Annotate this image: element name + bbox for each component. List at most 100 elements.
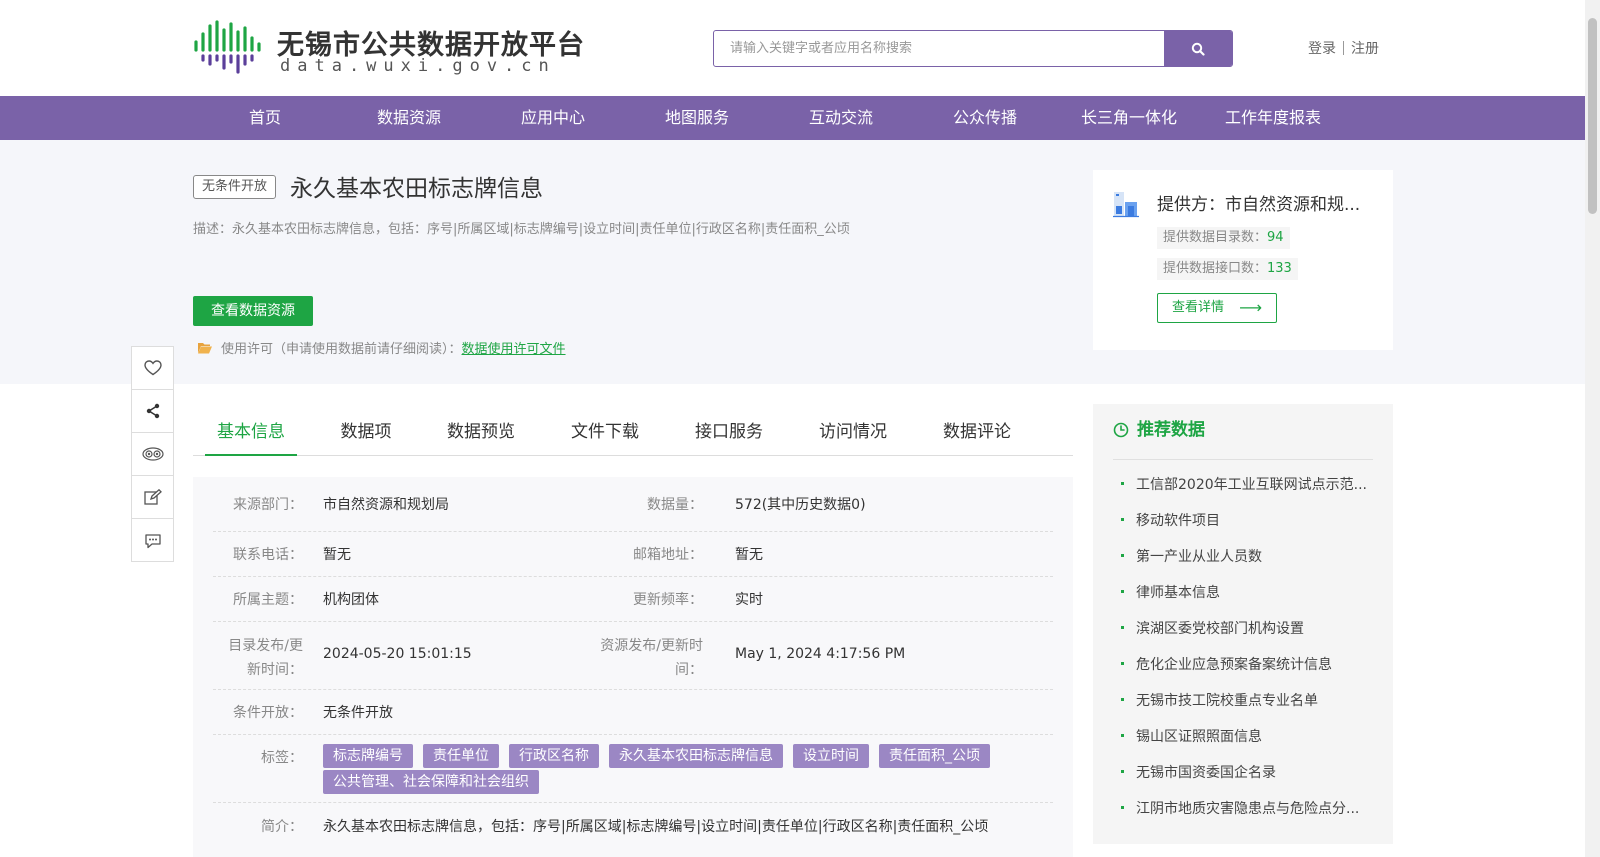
- catalog-time-label-line2: 新时间：: [247, 662, 303, 678]
- info-row: 所属主题： 机构团体 更新频率： 实时: [213, 577, 1053, 622]
- tag-chip[interactable]: 责任单位: [423, 744, 499, 768]
- license-file-link[interactable]: 数据使用许可文件: [462, 338, 566, 357]
- nav-item-data-resources[interactable]: 数据资源: [337, 96, 481, 140]
- list-item[interactable]: 移动软件项目: [1121, 510, 1371, 530]
- data-volume-value: 572(其中历史数据0): [735, 497, 866, 513]
- list-item[interactable]: 第一产业从业人员数: [1121, 546, 1371, 566]
- info-row: 标签： 标志牌编号 责任单位 行政区名称 永久基本农田标志牌信息 设立时间 责任面积_公顷…: [213, 735, 1053, 803]
- edit-button[interactable]: [132, 476, 173, 519]
- nav-item-public-comm[interactable]: 公众传播: [913, 96, 1057, 140]
- list-item[interactable]: 危化企业应急预案备案统计信息: [1121, 654, 1371, 674]
- list-item[interactable]: 律师基本信息: [1121, 582, 1371, 602]
- recommended-title: 推荐数据: [1137, 420, 1205, 440]
- tag-chip[interactable]: 永久基本农田标志牌信息: [609, 744, 783, 768]
- bullet-icon: [1121, 518, 1124, 521]
- detail-tabs: 基本信息 数据项 数据预览 文件下载 接口服务 访问情况 数据评论: [193, 408, 1073, 456]
- clock-icon: [1113, 422, 1129, 438]
- email-value: 暂无: [735, 547, 763, 563]
- bullet-icon: [1121, 482, 1124, 485]
- update-freq-label: 更新频率：: [633, 592, 703, 608]
- auth-divider: [1343, 41, 1344, 55]
- phone-value: 暂无: [323, 547, 351, 563]
- heart-icon: [143, 360, 162, 376]
- intro-label: 简介：: [261, 819, 303, 835]
- nav-item-app-center[interactable]: 应用中心: [481, 96, 625, 140]
- tab-api-service[interactable]: 接口服务: [687, 408, 771, 456]
- provider-detail-button[interactable]: 查看详情 ⟶: [1157, 293, 1277, 323]
- tab-file-download[interactable]: 文件下载: [563, 408, 647, 456]
- register-link[interactable]: 注册: [1351, 38, 1379, 58]
- share-icon: [146, 403, 159, 419]
- header: 无锡市公共数据开放平台 data.wuxi.gov.cn 登录 注册: [0, 0, 1585, 96]
- main-nav: 首页 数据资源 应用中心 地图服务 互动交流 公众传播 长三角一体化 工作年度报…: [0, 96, 1585, 140]
- catalog-time-value: 2024-05-20 15:01:15: [323, 646, 472, 662]
- search-button[interactable]: [1164, 31, 1232, 66]
- dataset-description: 描述：永久基本农田标志牌信息，包括：序号|所属区域|标志牌编号|设立时间|责任单…: [193, 222, 850, 237]
- tag-chip[interactable]: 行政区名称: [509, 744, 599, 768]
- tab-data-preview[interactable]: 数据预览: [439, 408, 523, 456]
- license-line: 使用许可（申请使用数据前请仔细阅读）： 数据使用许可文件: [197, 338, 566, 357]
- data-volume-label: 数据量：: [647, 497, 703, 513]
- bullet-icon: [1121, 554, 1124, 557]
- scrollbar-thumb[interactable]: [1588, 18, 1597, 214]
- list-item-label: 移动软件项目: [1136, 513, 1220, 529]
- catalog-count-stat: 提供数据目录数：94: [1157, 227, 1290, 249]
- auth-links: 登录 注册: [1308, 38, 1379, 58]
- share-button[interactable]: [132, 390, 173, 433]
- logo-mark-icon: [194, 20, 261, 74]
- info-row: 简介： 永久基本农田标志牌信息，包括：序号|所属区域|标志牌编号|设立时间|责任…: [213, 803, 1053, 851]
- provider-detail-label: 查看详情: [1172, 300, 1225, 315]
- resource-time-label-line2: 间：: [675, 662, 703, 678]
- tag-chip[interactable]: 公共管理、社会保障和社会组织: [323, 770, 539, 794]
- catalog-count-label: 提供数据目录数：: [1163, 230, 1268, 245]
- source-dept-label: 来源部门：: [233, 497, 303, 513]
- bullet-icon: [1121, 590, 1124, 593]
- info-row: 来源部门： 市自然资源和规划局 数据量： 572(其中历史数据0): [213, 477, 1053, 532]
- search-icon: [1191, 42, 1205, 56]
- tag-chip[interactable]: 标志牌编号: [323, 744, 413, 768]
- nav-item-home[interactable]: 首页: [193, 96, 337, 140]
- tab-data-items[interactable]: 数据项: [331, 408, 401, 456]
- nav-item-yangtze-delta[interactable]: 长三角一体化: [1057, 96, 1201, 140]
- list-item[interactable]: 无锡市技工院校重点专业名单: [1121, 690, 1371, 710]
- favorite-button[interactable]: [132, 347, 173, 390]
- login-link[interactable]: 登录: [1308, 38, 1336, 58]
- resource-time-label: 资源发布/更新时 间：: [593, 634, 703, 682]
- provider-name: 提供方：市自然资源和规...: [1157, 195, 1361, 215]
- list-item-label: 危化企业应急预案备案统计信息: [1136, 657, 1332, 673]
- email-label: 邮箱地址：: [633, 547, 703, 563]
- nav-item-annual-report[interactable]: 工作年度报表: [1201, 96, 1345, 140]
- recommended-data-panel: 推荐数据 工信部2020年工业互联网试点示范... 移动软件项目 第一产业从业人…: [1093, 404, 1393, 844]
- tag-chip[interactable]: 责任面积_公顷: [879, 744, 990, 768]
- list-item[interactable]: 滨湖区委党校部门机构设置: [1121, 618, 1371, 638]
- list-item-label: 锡山区证照照面信息: [1136, 729, 1262, 745]
- nav-item-interaction[interactable]: 互动交流: [769, 96, 913, 140]
- tab-data-comments[interactable]: 数据评论: [935, 408, 1019, 456]
- list-item[interactable]: 锡山区证照照面信息: [1121, 726, 1371, 746]
- site-logo[interactable]: 无锡市公共数据开放平台 data.wuxi.gov.cn: [192, 20, 584, 80]
- comment-button[interactable]: [132, 519, 173, 562]
- tab-access-stats[interactable]: 访问情况: [811, 408, 895, 456]
- api-count-stat: 提供数据接口数：133: [1157, 258, 1298, 280]
- search-input[interactable]: [714, 31, 1164, 66]
- condition-label: 条件开放：: [233, 705, 303, 721]
- list-item[interactable]: 江阴市地质灾害隐患点与危险点分...: [1121, 798, 1371, 818]
- tag-chip[interactable]: 设立时间: [793, 744, 869, 768]
- view-count-button[interactable]: [132, 433, 173, 476]
- list-item-label: 无锡市技工院校重点专业名单: [1136, 693, 1318, 709]
- update-freq-value: 实时: [735, 592, 763, 608]
- resource-time-label-line1: 资源发布/更新时: [600, 638, 703, 654]
- theme-value: 机构团体: [323, 592, 379, 608]
- source-dept-value: 市自然资源和规划局: [323, 497, 449, 513]
- bullet-icon: [1121, 770, 1124, 773]
- list-item-label: 工信部2020年工业互联网试点示范...: [1136, 477, 1367, 493]
- license-label: 使用许可（申请使用数据前请仔细阅读）：: [221, 342, 462, 357]
- list-item[interactable]: 工信部2020年工业互联网试点示范...: [1121, 474, 1371, 494]
- tag-list: 标志牌编号 责任单位 行政区名称 永久基本农田标志牌信息 设立时间 责任面积_公顷公共管理…: [323, 744, 1043, 796]
- nav-item-map-service[interactable]: 地图服务: [625, 96, 769, 140]
- list-item[interactable]: 无锡市国资委国企名录: [1121, 762, 1371, 782]
- view-data-resource-button[interactable]: 查看数据资源: [193, 296, 313, 326]
- list-item-label: 律师基本信息: [1136, 585, 1220, 601]
- tab-basic-info[interactable]: 基本信息: [205, 408, 297, 456]
- page-scrollbar[interactable]: [1585, 0, 1600, 857]
